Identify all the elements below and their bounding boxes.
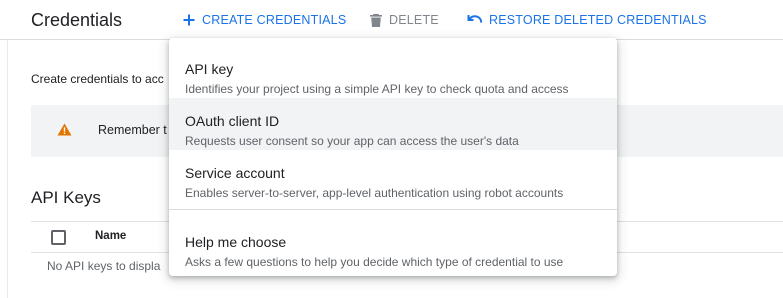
banner-text: Remember t <box>98 123 167 137</box>
toolbar: Credentials CREATE CREDENTIALS DELETE RE… <box>0 0 783 40</box>
menu-item-title: Help me choose <box>185 234 287 250</box>
menu-item-description: Asks a few questions to help you decide … <box>185 255 564 269</box>
delete-button[interactable]: DELETE <box>369 11 439 29</box>
create-credentials-label: CREATE CREDENTIALS <box>202 13 347 27</box>
warning-icon <box>57 123 72 136</box>
menu-item-description: Identifies your project using a simple A… <box>185 82 569 96</box>
create-credentials-menu: API key Identifies your project using a … <box>169 38 617 276</box>
select-all-checkbox[interactable] <box>51 230 66 245</box>
delete-label: DELETE <box>389 13 439 27</box>
menu-item-description: Requests user consent so your app can ac… <box>185 134 519 148</box>
page-title: Credentials <box>31 10 123 30</box>
menu-divider <box>169 209 617 210</box>
intro-text: Create credentials to acc <box>31 72 164 86</box>
menu-item-title: Service account <box>185 165 285 181</box>
empty-table-message: No API keys to displa <box>47 259 161 273</box>
restore-label: RESTORE DELETED CREDENTIALS <box>489 13 707 27</box>
menu-item-oauth-client-id[interactable]: OAuth client ID Requests user consent so… <box>169 98 617 150</box>
menu-item-title: OAuth client ID <box>185 113 280 129</box>
column-header-name: Name <box>95 230 127 242</box>
api-keys-title: API Keys <box>31 188 101 207</box>
menu-item-help-me-choose[interactable]: Help me choose Asks a few questions to h… <box>169 219 617 271</box>
menu-item-service-account[interactable]: Service account Enables server-to-server… <box>169 150 617 202</box>
menu-item-api-key[interactable]: API key Identifies your project using a … <box>169 46 617 98</box>
left-nav-edge <box>0 0 8 298</box>
restore-deleted-credentials-button[interactable]: RESTORE DELETED CREDENTIALS <box>467 11 707 29</box>
undo-icon <box>467 15 483 23</box>
plus-icon <box>183 14 195 26</box>
menu-item-title: API key <box>185 61 234 77</box>
create-credentials-button[interactable]: CREATE CREDENTIALS <box>182 11 346 29</box>
menu-item-description: Enables server-to-server, app-level auth… <box>185 186 564 200</box>
trash-icon <box>370 13 382 27</box>
